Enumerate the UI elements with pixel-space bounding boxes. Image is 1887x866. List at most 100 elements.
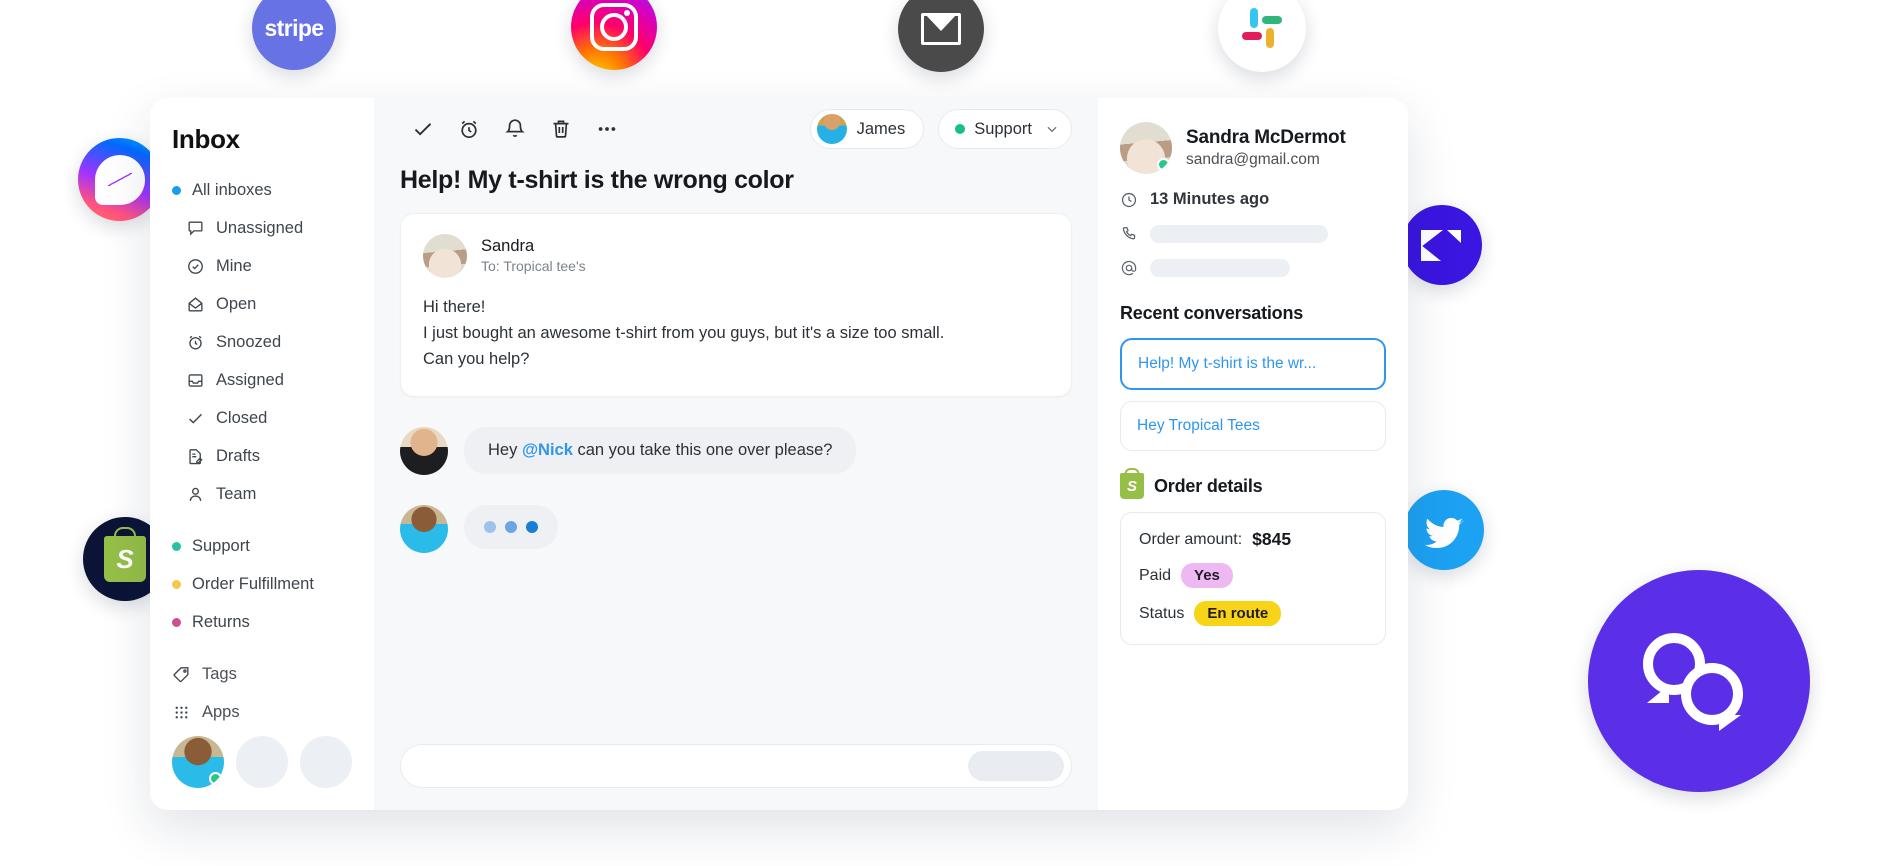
bell-icon[interactable] [492,109,538,149]
sidebar-item-label: Unassigned [216,218,304,237]
integration-badge-email[interactable] [898,0,984,72]
message-line: Hi there! [423,298,486,316]
sidebar-item-returns[interactable]: Returns [150,603,374,641]
sidebar-item-tags[interactable]: Tags [150,655,374,693]
integration-badge-twitter[interactable] [1404,490,1484,570]
screenshot-root: stripe S Inbox All inboxes Unassigned Mi… [0,0,1887,866]
sidebar-item-label: Returns [192,612,250,631]
integration-badge-slack[interactable] [1218,0,1306,72]
sidebar-item-label: Support [192,536,250,555]
avatar [816,114,847,144]
sidebar-item-order-fulfillment[interactable]: Order Fulfillment [150,565,374,603]
phone-row [1120,225,1386,243]
send-button[interactable] [968,751,1064,781]
order-details-header: S Order details [1120,473,1386,499]
twitter-bird-icon [1423,513,1465,549]
status-dropdown[interactable]: Support [938,109,1072,149]
status-dot-all-inboxes [172,185,181,195]
sidebar-item-open[interactable]: Open [150,285,374,323]
paid-badge: Yes [1181,563,1233,588]
check-icon[interactable] [400,109,446,149]
check-icon [186,409,205,428]
internal-note-bubble: Hey @Nick can you take this one over ple… [464,427,857,475]
more-horizontal-icon[interactable] [584,109,630,149]
recent-conversation-label: Help! My t-shirt is the wr... [1138,355,1317,372]
sidebar-item-closed[interactable]: Closed [150,399,374,437]
note-text-after: can you take this one over please? [572,441,833,460]
chevron-down-icon [1045,122,1059,136]
integration-badge-stripe[interactable]: stripe [252,0,336,70]
contact-email: sandra@gmail.com [1186,151,1320,168]
sidebar-item-drafts[interactable]: Drafts [150,437,374,475]
recent-conversations-title: Recent conversations [1120,303,1304,323]
message-header: Sandra To: Tropical tee's [423,234,1049,278]
sidebar-item-label: Snoozed [216,332,282,351]
sidebar: Inbox All inboxes Unassigned Mine Open S… [150,98,374,810]
recent-conversation-item[interactable]: Help! My t-shirt is the wr... [1120,338,1386,390]
sidebar-item-support[interactable]: Support [150,527,374,565]
avatar-placeholder[interactable] [236,736,288,788]
last-seen-label: 13 Minutes ago [1150,190,1270,208]
message-body: Hi there! I just bought an awesome t-shi… [423,294,1049,372]
teammate-avatar-list [172,736,352,788]
typing-indicator [464,505,558,550]
at-sign-icon [1120,259,1138,277]
sidebar-item-unassigned[interactable]: Unassigned [150,209,374,247]
status-dot-returns [172,617,181,627]
envelope-icon [921,13,961,45]
sidebar-item-label: Open [216,294,257,313]
phone-value-masked [1150,225,1328,243]
sidebar-item-label: Tags [202,664,237,683]
avatar [423,234,467,278]
message-author: Sandra [481,237,535,256]
message-input[interactable] [400,744,1072,788]
sidebar-item-label: Assigned [216,370,284,389]
status-badge: En route [1194,601,1282,626]
assignee-chip[interactable]: James [809,109,925,149]
comment-icon [186,219,205,238]
message-line: I just bought an awesome t-shirt from yo… [423,324,945,343]
sidebar-item-mine[interactable]: Mine [150,247,374,285]
note-text-before: Hey [488,441,522,460]
avatar-placeholder[interactable] [300,736,352,788]
alarm-clock-icon [186,333,205,352]
status-dot-order-fulfillment [172,579,181,589]
phone-icon [1120,225,1138,243]
person-icon [186,485,205,504]
alarm-clock-icon[interactable] [446,109,492,149]
recent-conversation-label: Hey Tropical Tees [1137,417,1260,434]
instagram-icon [590,3,638,51]
integration-badge-instagram[interactable] [571,0,657,70]
chat-launcher-button[interactable] [1588,570,1810,792]
tag-icon [172,665,191,684]
chat-bubbles-icon [1643,633,1755,731]
message-line: Can you help? [423,350,530,369]
inbox-tray-icon [186,371,205,390]
status-dot [955,124,966,134]
order-amount-row: Order amount: $845 [1139,529,1367,550]
last-seen-row: 13 Minutes ago [1120,190,1386,209]
sidebar-item-team[interactable]: Team [150,475,374,513]
internal-note-row: Hey @Nick can you take this one over ple… [400,427,1072,476]
sidebar-item-apps[interactable]: Apps [150,693,374,731]
conversation-title: Help! My t-shirt is the wrong color [400,166,794,194]
recent-conversation-item[interactable]: Hey Tropical Tees [1120,401,1386,451]
order-amount-value: $845 [1252,529,1292,549]
shopify-icon: S [104,536,146,582]
order-amount-label: Order amount: [1139,530,1243,548]
sidebar-item-assigned[interactable]: Assigned [150,361,374,399]
mention-nick[interactable]: @Nick [522,441,573,459]
shopify-icon: S [1120,473,1144,499]
integration-badge-messenger[interactable] [78,138,161,221]
order-status-label: Status [1139,604,1185,622]
integration-badge-intercom[interactable] [1402,205,1482,285]
typing-indicator-row [400,505,1072,554]
sidebar-item-all-inboxes[interactable]: All inboxes [150,171,374,209]
avatar[interactable] [172,736,224,788]
handle-row [1120,259,1386,277]
sidebar-item-snoozed[interactable]: Snoozed [150,323,374,361]
avatar [1120,122,1172,174]
trash-icon[interactable] [538,109,584,149]
order-paid-label: Paid [1139,566,1172,584]
message-thread: Sandra To: Tropical tee's Hi there! I ju… [374,213,1098,730]
